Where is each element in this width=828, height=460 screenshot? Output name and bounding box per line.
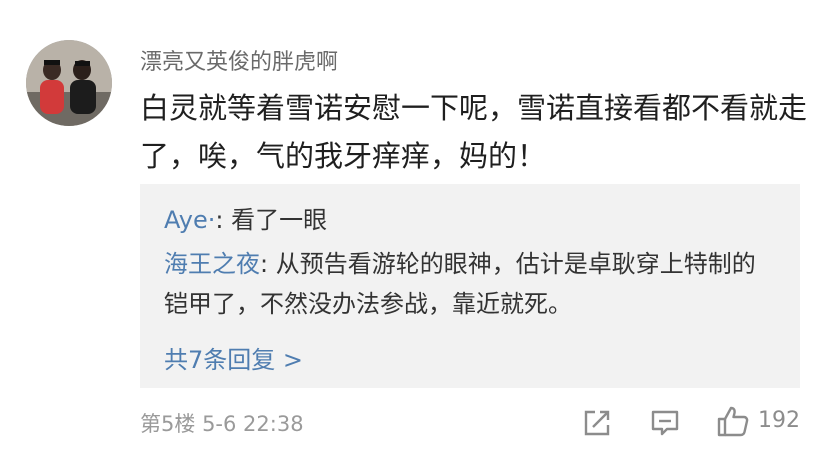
reply-box: Aye·: 看了一眼 海王之夜: 从预告看游轮的眼神，估计是卓耿穿上特制的铠甲了… <box>140 184 800 388</box>
reply-icon[interactable] <box>650 408 680 438</box>
comment-time: 5-6 22:38 <box>202 412 304 436</box>
comment-text: 白灵就等着雪诺安慰一下呢，雪诺直接看都不看就走了，唉，气的我牙痒痒，妈的！ <box>140 91 808 173</box>
comment-username[interactable]: 漂亮又英俊的胖虎啊 <box>140 44 338 76</box>
reply-author[interactable]: 海王之夜 <box>164 250 260 278</box>
comment-meta: 第5楼 5-6 22:38 <box>140 408 304 438</box>
reply-separator: : <box>260 250 276 278</box>
like-icon[interactable] <box>716 404 750 438</box>
reply-separator: : <box>215 206 232 234</box>
floor-number: 第5楼 <box>140 412 196 436</box>
reply-item: 海王之夜: 从预告看游轮的眼神，估计是卓耿穿上特制的铠甲了，不然没办法参战，靠近… <box>164 244 776 324</box>
avatar-photo <box>26 40 112 126</box>
avatar[interactable] <box>26 40 112 126</box>
share-icon[interactable] <box>582 408 612 438</box>
reply-author[interactable]: Aye· <box>164 206 215 234</box>
reply-text: 看了一眼 <box>231 206 328 234</box>
like-count: 192 <box>758 408 800 433</box>
reply-item: Aye·: 看了一眼 <box>164 200 327 235</box>
more-replies-link[interactable]: 共7条回复 > <box>164 340 303 375</box>
